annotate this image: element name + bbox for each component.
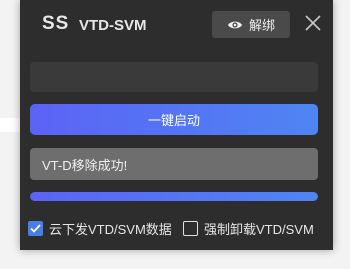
key-input[interactable] [30,62,318,92]
unbind-button[interactable]: 解绑 [212,11,290,38]
unbind-label: 解绑 [248,18,275,33]
force-uninstall-label: 强制卸载VTD/SVM [204,221,314,237]
app-window: SS VTD-SVM 解绑 一键启动 VT-D移除成功! 云下发VTD/SVM数… [20,0,333,250]
one-click-start-button[interactable]: 一键启动 [30,104,318,135]
cloud-deliver-label: 云下发VTD/SVM数据 [49,221,172,237]
progress-bar [30,192,318,201]
close-button[interactable] [304,14,322,32]
title-bar: SS VTD-SVM 解绑 [20,0,333,46]
close-icon [304,15,322,36]
cloud-deliver-checkbox[interactable] [28,220,43,236]
cloud-deliver-option[interactable]: 云下发VTD/SVM数据 [28,219,172,237]
progress-fill [30,192,318,201]
status-text: VT-D移除成功! [42,157,128,173]
app-title: VTD-SVM [79,17,147,34]
app-logo: SS [42,13,70,34]
checkmark-icon [30,223,41,233]
start-button-label: 一键启动 [147,113,200,128]
eye-icon [227,19,243,31]
force-uninstall-option[interactable]: 强制卸载VTD/SVM [183,219,314,237]
force-uninstall-checkbox[interactable] [183,220,198,236]
background-strip [0,118,22,132]
status-display: VT-D移除成功! [30,148,318,180]
